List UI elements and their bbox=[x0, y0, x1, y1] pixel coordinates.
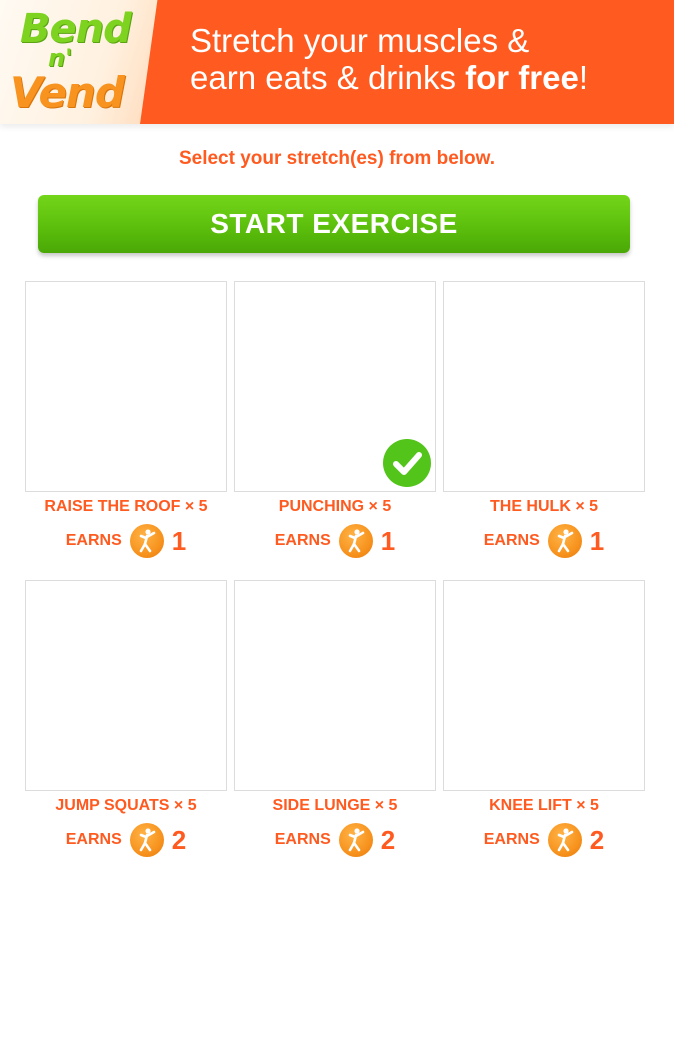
exercise-name: PUNCHING × 5 bbox=[278, 498, 392, 515]
tagline-line-1: Stretch your muscles & bbox=[190, 22, 530, 59]
exercise-card[interactable]: THE HULK × 5 EARNS 1 bbox=[443, 281, 645, 558]
exercise-name: THE HULK × 5 bbox=[489, 498, 598, 515]
exercise-earns: EARNS 2 bbox=[234, 823, 436, 857]
earns-label: EARNS bbox=[483, 532, 540, 549]
earns-label: EARNS bbox=[65, 831, 122, 848]
exercise-thumbnail[interactable] bbox=[25, 281, 227, 492]
exercise-card[interactable]: JUMP SQUATS × 5 EARNS 2 bbox=[25, 580, 227, 857]
tagline-bold: for free bbox=[465, 59, 579, 96]
exercise-earns: EARNS 2 bbox=[25, 823, 227, 857]
stretching-person-coin-icon bbox=[547, 524, 582, 558]
tagline-end: ! bbox=[578, 59, 589, 96]
header-banner: Bend n' Vend Stretch your muscles & earn… bbox=[0, 0, 674, 124]
exercise-thumbnail[interactable] bbox=[443, 580, 645, 791]
exercise-name: SIDE LUNGE × 5 bbox=[272, 797, 398, 814]
points-value: 2 bbox=[380, 824, 396, 855]
start-exercise-button[interactable]: START EXERCISE bbox=[38, 195, 630, 253]
exercise-earns: EARNS 1 bbox=[234, 524, 436, 558]
stretching-person-coin-icon bbox=[338, 823, 373, 857]
checkmark-icon bbox=[383, 439, 431, 487]
exercise-earns: EARNS 2 bbox=[443, 823, 645, 857]
exercise-thumbnail[interactable] bbox=[234, 580, 436, 791]
exercise-thumbnail[interactable] bbox=[234, 281, 436, 492]
exercise-name: KNEE LIFT × 5 bbox=[489, 797, 599, 814]
exercise-thumbnail[interactable] bbox=[443, 281, 645, 492]
stretching-person-coin-icon bbox=[547, 823, 582, 857]
earns-label: EARNS bbox=[274, 532, 331, 549]
earns-label: EARNS bbox=[483, 831, 540, 848]
logo-word-vend: Vend bbox=[10, 68, 125, 117]
bend-n-vend-logo: Bend n' Vend bbox=[8, 6, 148, 118]
earns-label: EARNS bbox=[274, 831, 331, 848]
stretching-person-coin-icon bbox=[129, 823, 164, 857]
points-value: 1 bbox=[589, 525, 605, 556]
tagline-line-2: earn eats & drinks for free! bbox=[190, 59, 660, 96]
points-value: 1 bbox=[171, 525, 187, 556]
instruction-text: Select your stretch(es) from below. bbox=[178, 148, 496, 169]
exercise-thumbnail[interactable] bbox=[25, 580, 227, 791]
points-value: 1 bbox=[380, 525, 396, 556]
exercise-card[interactable]: SIDE LUNGE × 5 EARNS 2 bbox=[234, 580, 436, 857]
exercise-card[interactable]: KNEE LIFT × 5 EARNS 2 bbox=[443, 580, 645, 857]
points-value: 2 bbox=[171, 824, 187, 855]
exercise-card[interactable]: PUNCHING × 5 EARNS 1 bbox=[234, 281, 436, 558]
exercise-name: JUMP SQUATS × 5 bbox=[55, 797, 197, 814]
exercise-earns: EARNS 1 bbox=[443, 524, 645, 558]
exercise-earns: EARNS 1 bbox=[25, 524, 227, 558]
points-value: 2 bbox=[589, 824, 605, 855]
logo-word-bend: Bend bbox=[20, 6, 132, 52]
stretching-person-coin-icon bbox=[338, 524, 373, 558]
stretching-person-coin-icon bbox=[129, 524, 164, 558]
exercise-name: RAISE THE ROOF × 5 bbox=[44, 498, 208, 515]
earns-label: EARNS bbox=[65, 532, 122, 549]
tagline: Stretch your muscles & earn eats & drink… bbox=[190, 22, 660, 96]
exercise-card[interactable]: RAISE THE ROOF × 5 EARNS 1 bbox=[25, 281, 227, 558]
tagline-regular: earn eats & drinks bbox=[190, 59, 466, 96]
